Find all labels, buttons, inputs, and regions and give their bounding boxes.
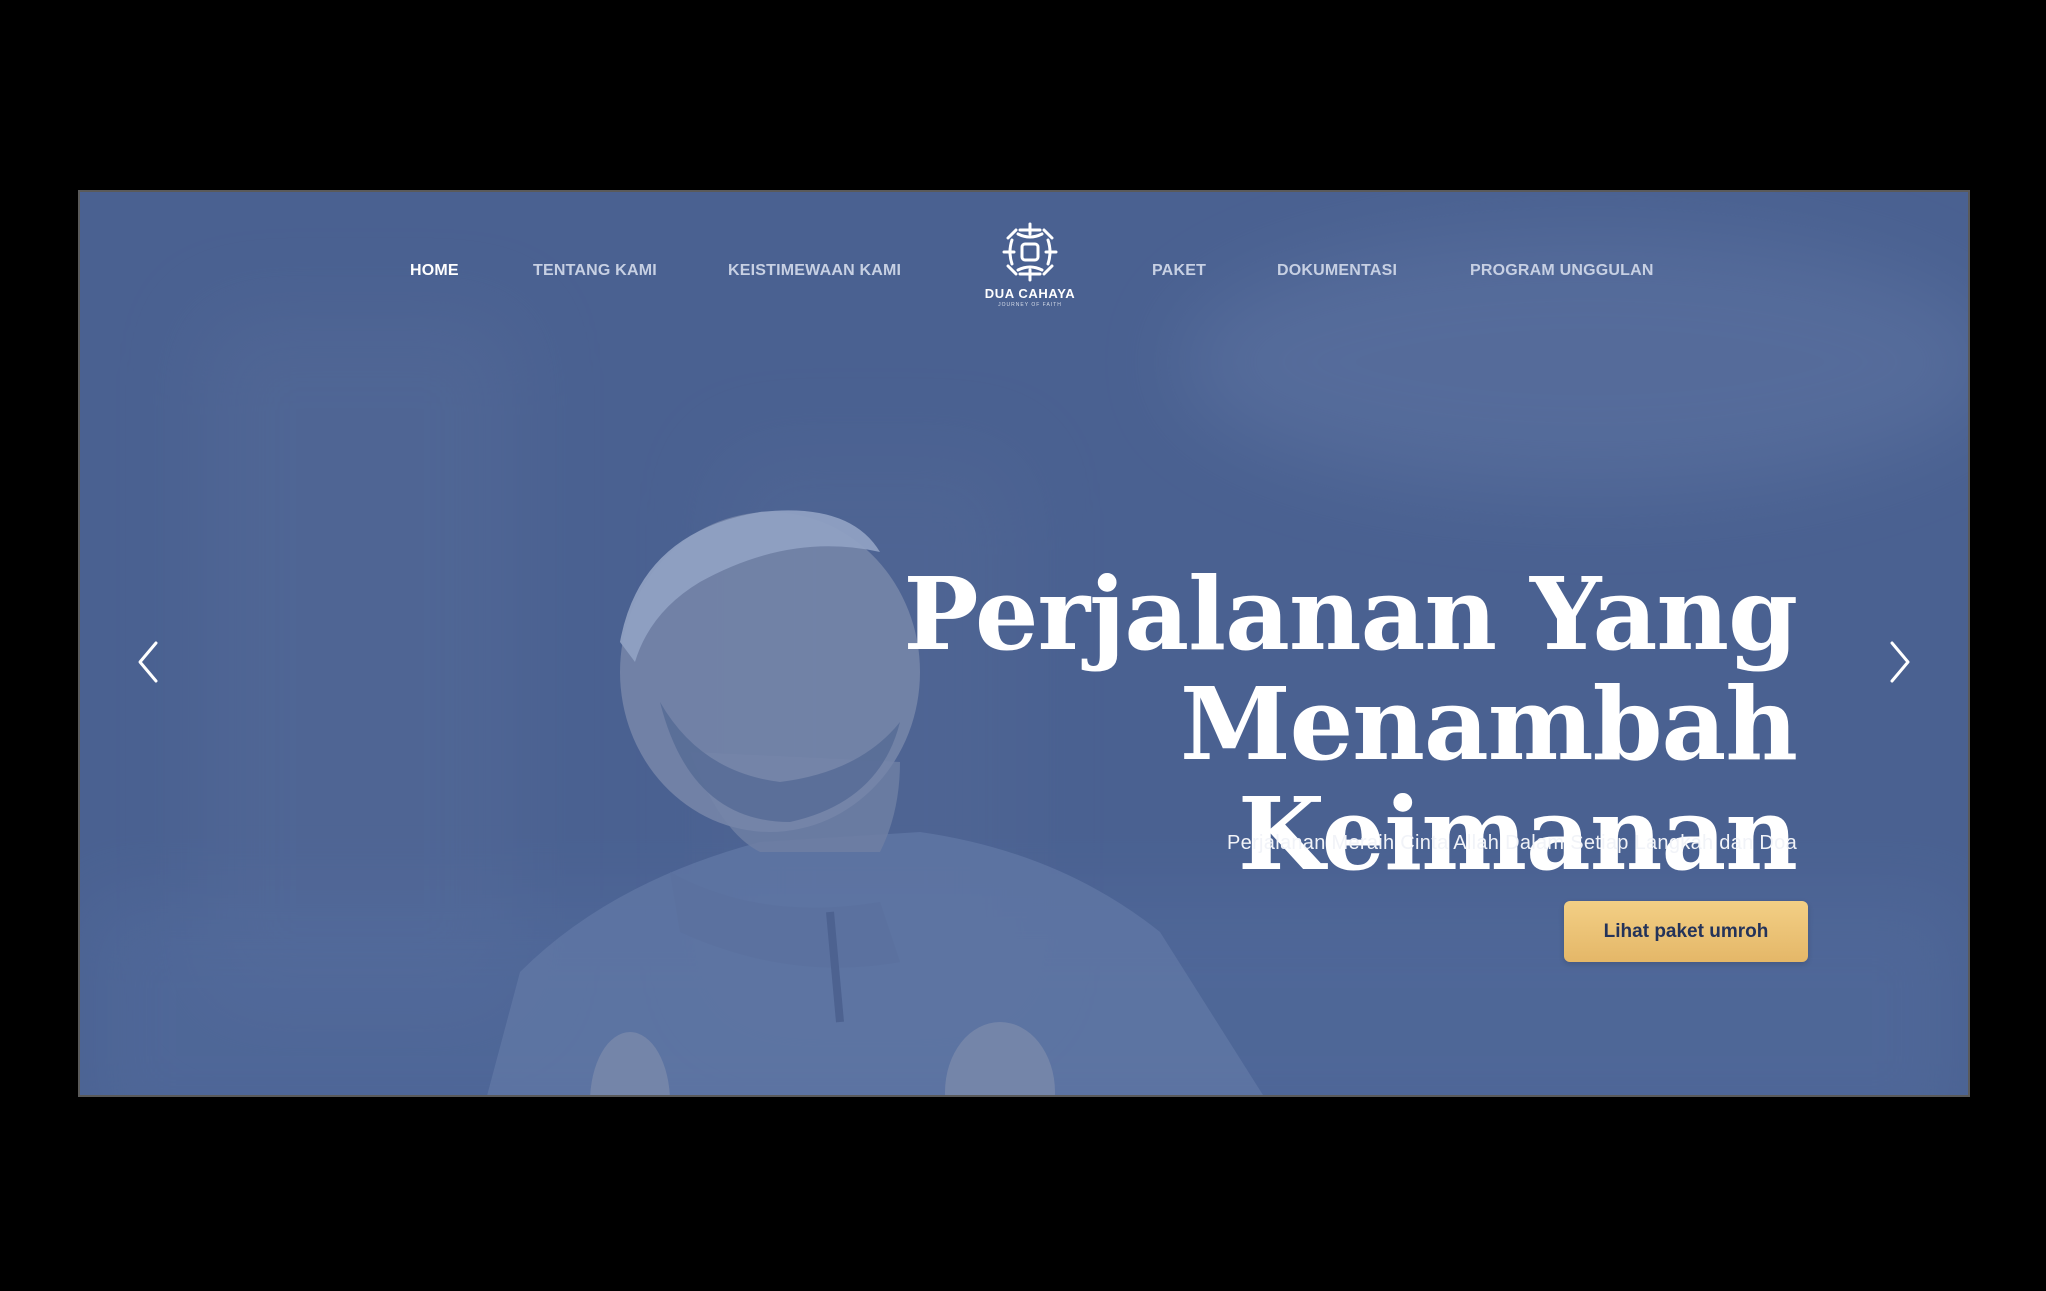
nav-link-keistimewaan-kami[interactable]: KEISTIMEWAAN KAMI — [728, 262, 901, 280]
logo-name: DUA CAHAYA — [984, 286, 1076, 301]
carousel-next-button[interactable] — [1878, 637, 1918, 687]
nav-link-paket[interactable]: PAKET — [1152, 262, 1206, 280]
logo-tagline: JOURNEY OF FAITH — [998, 302, 1062, 308]
main-nav: HOME TENTANG KAMI KEISTIMEWAAN KAMI DUA … — [80, 192, 1968, 342]
logo[interactable]: DUA CAHAYA JOURNEY OF FAITH — [975, 220, 1085, 320]
nav-link-program-unggulan[interactable]: PROGRAM UNGGULAN — [1470, 262, 1654, 280]
hero-subtitle: Perjalanan Meraih Cinta Allah Dalam Seti… — [1227, 832, 1797, 854]
view-umroh-packages-button[interactable]: Lihat paket umroh — [1564, 901, 1808, 962]
chevron-right-icon — [1890, 641, 1910, 683]
nav-link-tentang-kami[interactable]: TENTANG KAMI — [533, 262, 657, 280]
nav-link-home[interactable]: HOME — [410, 262, 459, 280]
nav-link-dokumentasi[interactable]: DOKUMENTASI — [1277, 262, 1397, 280]
hero-section: HOME TENTANG KAMI KEISTIMEWAAN KAMI DUA … — [80, 192, 1968, 1095]
hero-title-line: Menambah — [1179, 665, 1798, 783]
hero-title-line: Perjalanan Yang — [903, 555, 1798, 673]
chevron-left-icon — [138, 641, 158, 683]
carousel-prev-button[interactable] — [130, 637, 170, 687]
logo-mark-icon — [1002, 222, 1058, 282]
